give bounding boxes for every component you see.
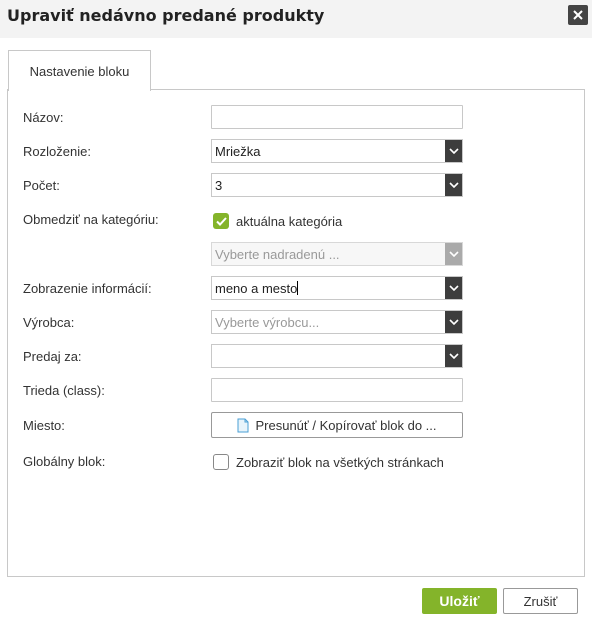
chevron-down-icon [445,140,462,162]
global-block-checkbox[interactable] [213,454,229,470]
name-label: Názov: [23,110,64,125]
document-icon [237,418,249,432]
info-value: meno a mesto [215,281,298,296]
checkmark-icon [215,216,227,226]
tab-label: Nastavenie bloku [29,63,130,79]
count-label: Počet: [23,178,60,193]
move-copy-block-button[interactable]: Presunúť / Kopírovať blok do ... [211,412,463,438]
css-class-label: Trieda (class): [23,383,105,398]
chevron-down-icon [445,311,462,333]
current-category-label: aktuálna kategória [236,214,343,229]
place-label: Miesto: [23,418,65,433]
parent-category-placeholder: Vyberte nadradenú ... [215,247,340,262]
sell-via-select[interactable] [211,344,463,368]
manufacturer-label: Výrobca: [23,315,75,330]
sell-via-label: Predaj za: [23,349,82,364]
text-cursor [297,281,299,295]
tab-block-settings[interactable]: Nastavenie bloku [8,50,151,91]
move-copy-block-label: Presunúť / Kopírovať blok do ... [255,417,437,433]
count-value: 3 [215,178,223,193]
cancel-button[interactable]: Zrušiť [503,588,578,614]
save-button[interactable]: Uložiť [422,588,497,614]
current-category-checkbox[interactable] [213,213,229,229]
layout-label: Rozloženie: [23,144,91,159]
dialog-titlebar: Upraviť nedávno predané produkty [0,0,592,38]
chevron-down-icon [445,174,462,196]
close-button[interactable] [568,5,588,25]
manufacturer-select[interactable]: Vyberte výrobcu... [211,310,463,334]
parent-category-select[interactable]: Vyberte nadradenú ... [211,242,463,266]
dialog-title: Upraviť nedávno predané produkty [7,6,325,25]
manufacturer-placeholder: Vyberte výrobcu... [215,315,320,330]
count-select[interactable]: 3 [211,173,463,197]
css-class-input[interactable] [211,378,463,402]
category-label: Obmedziť na kategóriu: [23,212,159,227]
info-select[interactable]: meno a mesto [211,276,463,300]
chevron-down-icon [445,345,462,367]
global-block-label: Zobraziť blok na všetkých stránkach [236,455,444,470]
global-label: Globálny blok: [23,454,106,469]
layout-value: Mriežka [215,144,261,159]
close-icon [573,10,583,20]
layout-select[interactable]: Mriežka [211,139,463,163]
info-label: Zobrazenie informácií: [23,281,152,296]
chevron-down-icon [445,243,462,265]
chevron-down-icon [445,277,462,299]
name-input[interactable] [211,105,463,129]
